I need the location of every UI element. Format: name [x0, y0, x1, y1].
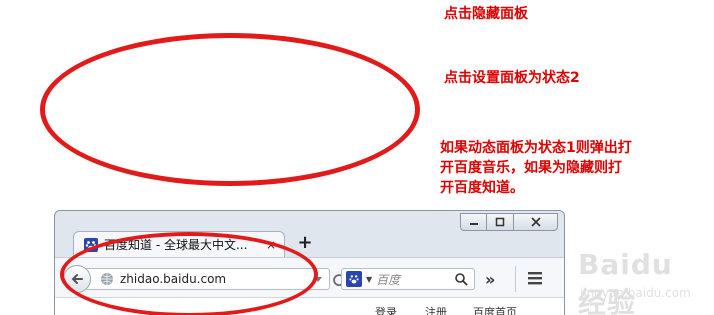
- annotation-condition-line-1: 如果动态面板为状态1则弹出打: [440, 140, 632, 156]
- annotation-set-panel-state: 点击设置面板为状态2: [444, 70, 580, 86]
- highlight-ellipse-large: [40, 33, 420, 186]
- register-link[interactable]: 注册: [425, 304, 447, 315]
- baidu-home-link[interactable]: 百度首页: [473, 304, 517, 315]
- toolbar-separator: [515, 266, 516, 292]
- baidu-search-engine-icon[interactable]: [346, 271, 362, 287]
- baidu-jingyan-watermark: Baidu 经验 jingyan.baidu.com: [578, 248, 708, 315]
- search-box[interactable]: ▼ 百度: [341, 268, 475, 290]
- annotation-condition-line-2: 开百度音乐，如果为隐藏则打: [440, 160, 622, 176]
- toolbar-overflow-button[interactable]: »: [485, 270, 495, 289]
- minimize-icon: [469, 223, 478, 225]
- restore-button[interactable]: [487, 213, 514, 231]
- close-window-button[interactable]: [514, 213, 558, 231]
- restore-icon: [495, 217, 505, 227]
- watermark-url: jingyan.baidu.com: [580, 286, 691, 300]
- hamburger-menu-icon[interactable]: [527, 270, 543, 286]
- search-icon[interactable]: [454, 272, 468, 286]
- close-icon: [530, 217, 541, 227]
- annotation-hide-panel: 点击隐藏面板: [444, 6, 528, 22]
- baidu-paw-icon: [349, 275, 359, 284]
- login-link[interactable]: 登录: [375, 304, 397, 315]
- window-controls: [460, 213, 558, 231]
- minimize-button[interactable]: [460, 213, 487, 231]
- new-tab-button[interactable]: +: [295, 233, 315, 253]
- search-input[interactable]: 百度: [376, 271, 454, 288]
- watermark-text: Baidu 经验: [578, 248, 673, 315]
- highlight-ellipse-small: [60, 232, 318, 315]
- annotation-condition-line-3: 开百度知道。: [440, 180, 524, 196]
- engine-dropdown-icon[interactable]: ▼: [366, 275, 372, 284]
- annotation-condition: 如果动态面板为状态1则弹出打 开百度音乐，如果为隐藏则打 开百度知道。: [440, 138, 680, 198]
